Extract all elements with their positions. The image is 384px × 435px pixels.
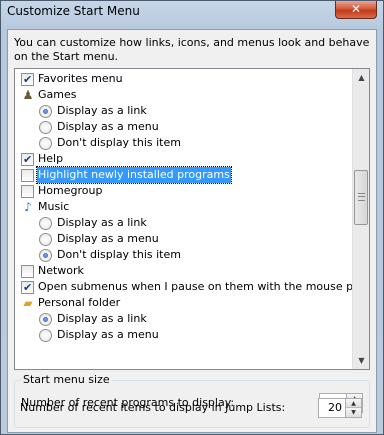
option-label: Don't display this item <box>57 248 181 261</box>
list-item[interactable]: Help <box>15 151 353 168</box>
radio-button[interactable] <box>39 105 52 118</box>
grip-icon <box>358 193 365 201</box>
list-item: ♟ Games <box>15 87 353 103</box>
list-item[interactable]: Open submenus when I pause on them with … <box>15 279 369 296</box>
scroll-thumb[interactable] <box>354 170 368 225</box>
option-label: Network <box>38 264 84 277</box>
checkbox[interactable] <box>21 72 34 88</box>
list-item[interactable]: Display as a menu <box>15 231 353 247</box>
customize-start-menu-dialog: Customize Start Menu ✕ You can customize… <box>0 0 384 435</box>
checkbox[interactable] <box>21 185 34 198</box>
list-item[interactable]: Highlight newly installed programs <box>15 166 353 184</box>
option-label: Display as a link <box>57 104 147 117</box>
option-label: Highlight newly installed programs <box>36 166 232 184</box>
radio-button[interactable] <box>39 137 52 150</box>
list-item[interactable]: Don't display this item <box>15 135 353 151</box>
checkbox[interactable] <box>21 265 34 278</box>
title-bar[interactable]: Customize Start Menu ✕ <box>1 1 383 23</box>
list-item[interactable]: Homegroup <box>15 183 353 199</box>
option-label: Display as a menu <box>57 120 159 133</box>
list-item[interactable]: Don't display this item <box>15 247 353 263</box>
list-item[interactable]: Display as a menu <box>15 327 353 343</box>
radio-button[interactable] <box>39 329 52 342</box>
option-label: Help <box>38 152 64 165</box>
option-label: Don't display this item <box>57 136 181 149</box>
radio-button[interactable] <box>39 217 52 230</box>
list-item[interactable]: Display as a link <box>15 311 353 327</box>
list-item: ♪ Music <box>15 199 353 215</box>
recent-items-spinner: ▲ ▼ <box>346 398 362 418</box>
list-item[interactable]: Display as a link <box>15 103 353 119</box>
option-label: Homegroup <box>38 184 103 197</box>
recent-items-input[interactable]: 20 <box>318 398 346 418</box>
option-label: Games <box>38 88 77 101</box>
option-label: Personal folder <box>38 296 121 309</box>
option-label: Favorites menu <box>38 72 123 85</box>
option-label: Display as a menu <box>57 232 159 245</box>
window-title: Customize Start Menu <box>7 4 140 18</box>
list-item[interactable]: Favorites menu <box>15 71 353 88</box>
list-item: ▰ Personal folder <box>15 295 353 311</box>
radio-button[interactable] <box>39 233 52 246</box>
checkbox[interactable] <box>21 152 34 168</box>
vertical-scrollbar[interactable]: ▲ ▼ <box>352 69 369 369</box>
option-label: Display as a link <box>57 312 147 325</box>
checkbox[interactable] <box>21 169 34 182</box>
recent-items-label: Number of recent items to display in Jum… <box>20 401 286 414</box>
option-label: Display as a menu <box>57 328 159 341</box>
recent-items-row: Number of recent items to display in Jum… <box>20 398 364 418</box>
intro-text: You can customize how links, icons, and … <box>14 36 370 63</box>
checkbox[interactable] <box>21 280 34 296</box>
option-label: Music <box>38 200 70 213</box>
radio-button[interactable] <box>39 249 52 262</box>
options-list[interactable]: Favorites menu ♟ Games Display as a link Dis… <box>14 68 370 370</box>
option-label: Open submenus when I pause on them with … <box>38 280 370 293</box>
radio-button[interactable] <box>39 313 52 326</box>
dialog-client-area: You can customize how links, icons, and … <box>7 29 377 433</box>
close-button[interactable]: ✕ <box>335 1 377 19</box>
option-label: Display as a link <box>57 216 147 229</box>
scroll-up-icon[interactable]: ▲ <box>353 69 369 86</box>
music-icon: ♪ <box>24 200 32 214</box>
games-icon: ♟ <box>22 88 34 102</box>
list-item[interactable]: Display as a menu <box>15 119 353 135</box>
group-legend: Start menu size <box>21 373 112 386</box>
folder-icon: ▰ <box>23 296 33 310</box>
radio-button[interactable] <box>39 121 52 134</box>
list-item[interactable]: Network <box>15 263 353 279</box>
scroll-down-icon[interactable]: ▼ <box>353 352 369 369</box>
spin-up-icon[interactable]: ▲ <box>346 399 361 408</box>
spin-down-icon[interactable]: ▼ <box>346 408 361 417</box>
list-item[interactable]: Display as a link <box>15 215 353 231</box>
